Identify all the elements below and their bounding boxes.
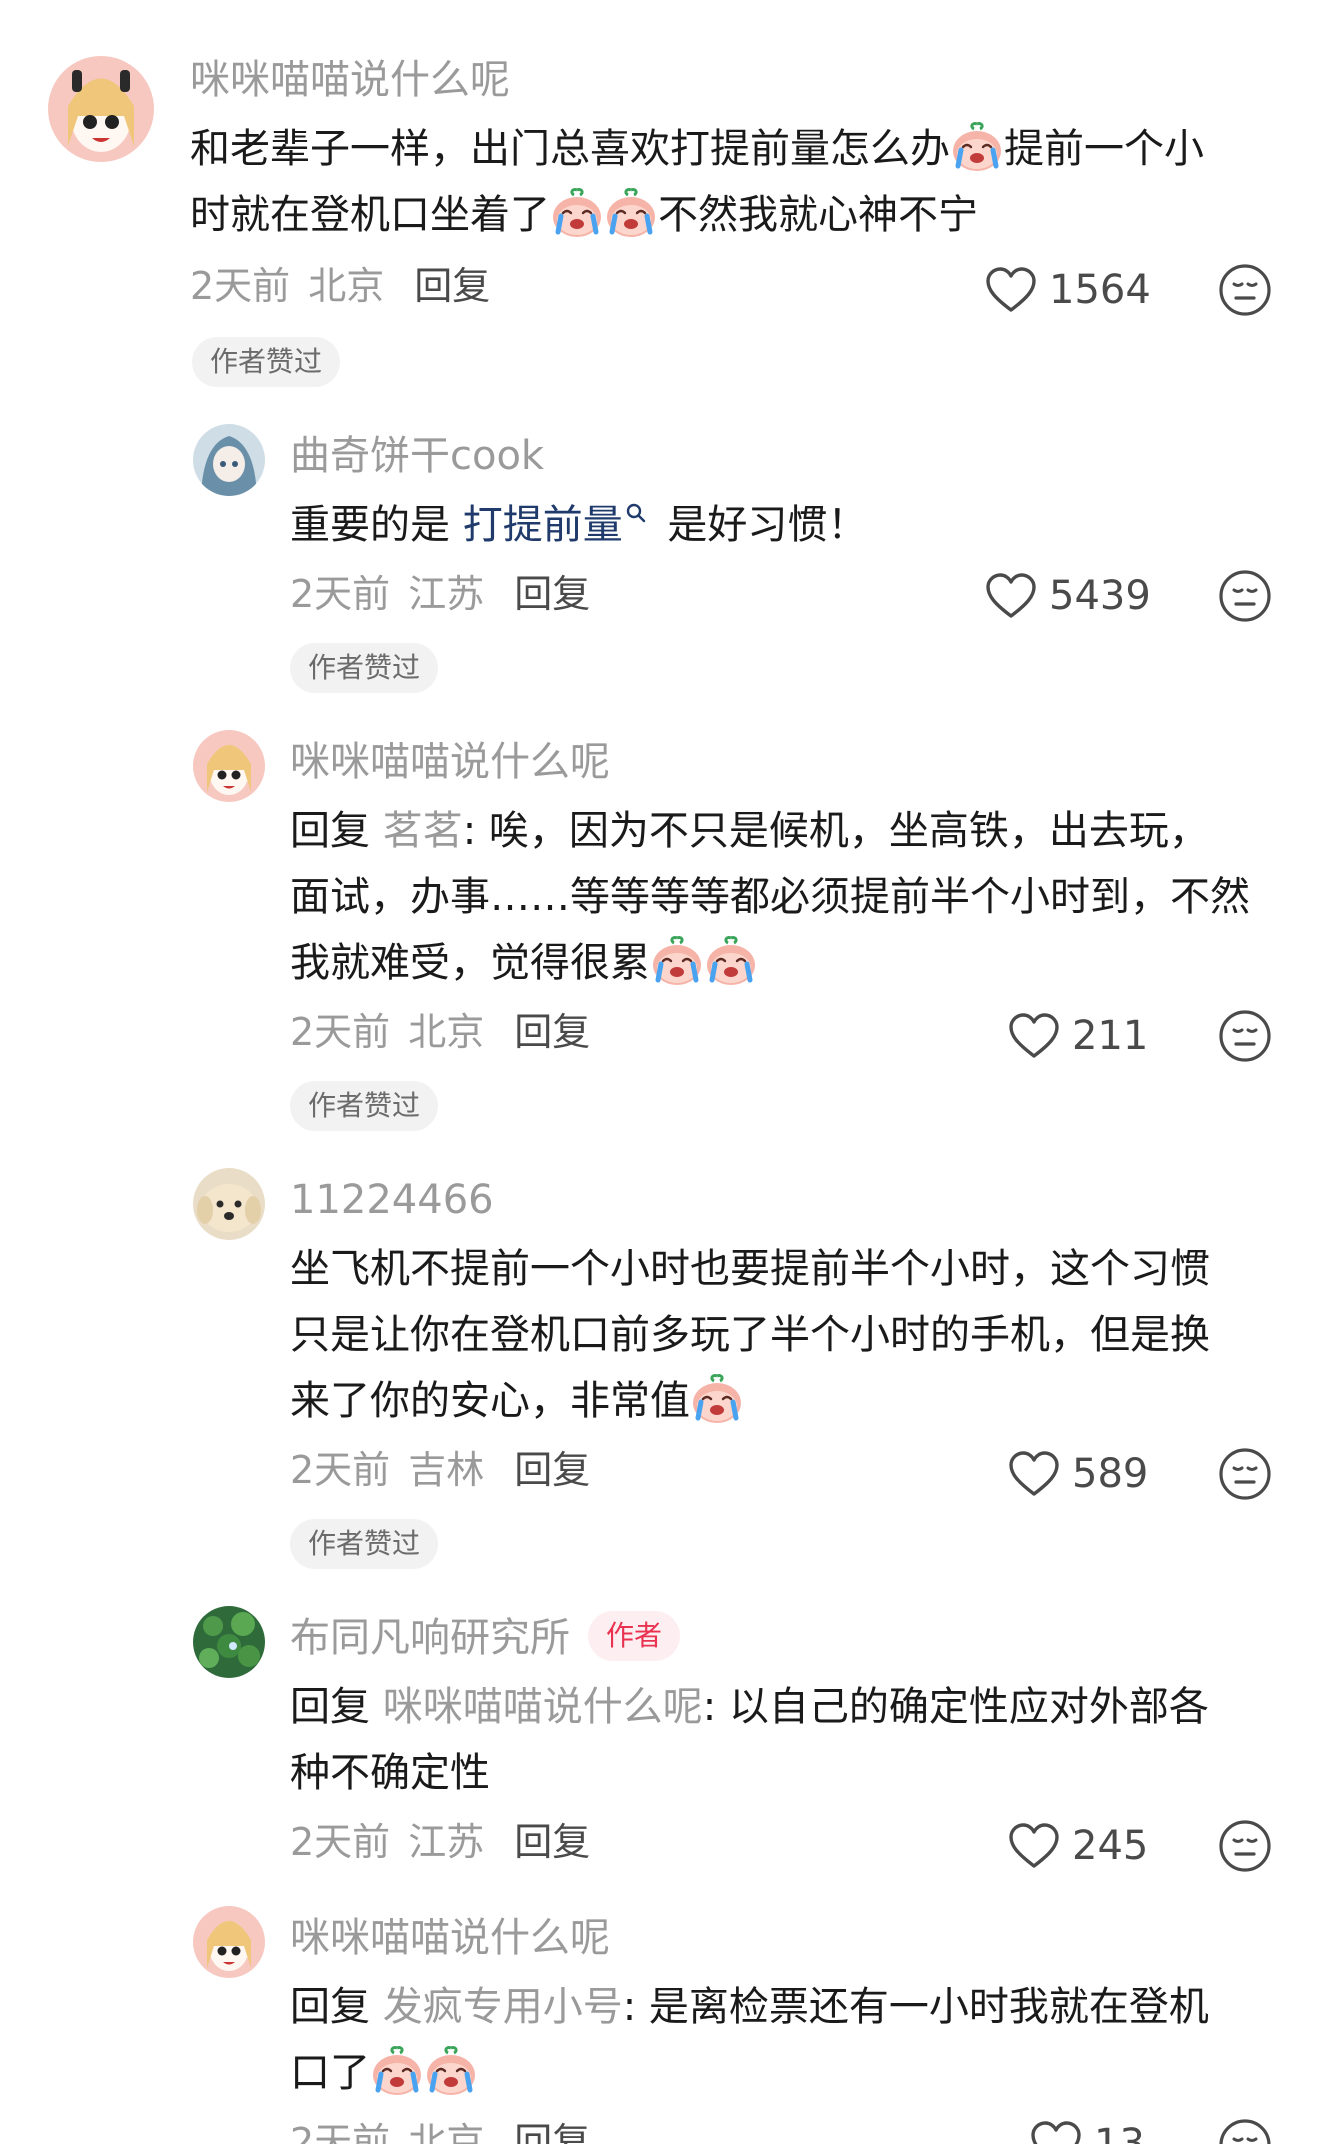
avatar[interactable]: [193, 1906, 265, 1978]
dislike-button[interactable]: [1218, 569, 1272, 623]
heart-icon: [1008, 1012, 1060, 1060]
comment-meta: 2天前 吉林 回复: [290, 1446, 590, 1494]
crying-emoji: [704, 934, 758, 988]
timestamp: 2天前: [290, 1010, 391, 1054]
like-button[interactable]: 245: [1008, 1822, 1148, 1870]
reply-button[interactable]: 回复: [514, 1820, 590, 1864]
location: 北京: [408, 2120, 485, 2144]
like-count: 13: [1094, 2121, 1145, 2144]
reply-button[interactable]: 回复: [514, 1010, 590, 1054]
search-link[interactable]: 打提前量: [463, 502, 623, 548]
timestamp: 2天前: [290, 2120, 391, 2144]
reply-button[interactable]: 回复: [514, 1448, 590, 1492]
crying-emoji: [690, 1372, 744, 1426]
author-tag: 作者: [588, 1611, 681, 1661]
search-icon: [626, 503, 645, 522]
heart-icon: [985, 572, 1037, 620]
dislike-button[interactable]: [1218, 263, 1272, 317]
author-liked-badge: 作者赞过: [192, 337, 341, 387]
like-button[interactable]: 13: [1030, 2120, 1145, 2144]
dislike-face-icon: [1218, 263, 1272, 317]
timestamp: 2天前: [290, 1448, 391, 1492]
like-count: 1564: [1049, 267, 1151, 313]
location: 北京: [308, 264, 385, 308]
like-count: 245: [1072, 1823, 1149, 1869]
username[interactable]: 布同凡响研究所 作者: [290, 1611, 681, 1665]
avatar[interactable]: [193, 1606, 265, 1678]
heart-icon: [1008, 1822, 1060, 1870]
comment-text: 回复 茗茗: 唉，因为不只是候机，坐高铁，出去玩， 面试，办事……等等等等都必须…: [290, 808, 1250, 988]
comment-meta: 2天前 北京 回复: [190, 262, 490, 310]
timestamp: 2天前: [290, 572, 391, 616]
reply-button[interactable]: 回复: [414, 264, 490, 308]
comment-text: 回复 发疯专用小号: 是离检票还有一小时我就在登机 口了: [290, 1984, 1209, 2098]
heart-icon: [985, 266, 1037, 314]
dislike-button[interactable]: [1218, 1447, 1272, 1501]
like-count: 589: [1072, 1451, 1149, 1497]
username[interactable]: 曲奇饼干cook: [290, 432, 544, 480]
heart-icon: [1030, 2120, 1082, 2144]
dislike-button[interactable]: [1218, 1819, 1272, 1873]
crying-emoji: [550, 186, 604, 240]
dislike-button[interactable]: [1218, 1009, 1272, 1063]
like-button[interactable]: 589: [1008, 1450, 1148, 1498]
username[interactable]: 咪咪喵喵说什么呢: [290, 1914, 610, 1962]
location: 吉林: [408, 1448, 485, 1492]
crying-emoji: [950, 120, 1004, 174]
comment-meta: 2天前 江苏 回复: [290, 1818, 590, 1866]
crying-emoji: [370, 2044, 424, 2098]
crying-emoji: [650, 934, 704, 988]
like-button[interactable]: 5439: [985, 572, 1151, 620]
heart-icon: [1008, 1450, 1060, 1498]
reply-button[interactable]: 回复: [514, 572, 590, 616]
location: 江苏: [408, 1820, 485, 1864]
username[interactable]: 咪咪喵喵说什么呢: [290, 738, 610, 786]
dislike-button[interactable]: [1218, 2118, 1272, 2144]
mention-link[interactable]: 发疯专用小号: [383, 1984, 623, 2030]
comment-text: 坐飞机不提前一个小时也要提前半个小时，这个习惯 只是让你在登机口前多玩了半个小时…: [290, 1246, 1210, 1426]
author-liked-badge: 作者赞过: [290, 1519, 439, 1569]
timestamp: 2天前: [190, 264, 291, 308]
username[interactable]: 咪咪喵喵说什么呢: [190, 56, 510, 104]
author-liked-badge: 作者赞过: [290, 643, 439, 693]
timestamp: 2天前: [290, 1820, 391, 1864]
dislike-face-icon: [1218, 2118, 1272, 2144]
avatar[interactable]: [193, 424, 265, 496]
avatar[interactable]: [193, 1168, 265, 1240]
comment-text: 和老辈子一样，出门总喜欢打提前量怎么办 提前一个小 时就在登机口坐着了 不然我就心神…: [190, 116, 1290, 248]
like-count: 5439: [1049, 573, 1151, 619]
username[interactable]: 11224466: [290, 1176, 494, 1224]
avatar[interactable]: [48, 56, 154, 162]
like-button[interactable]: 211: [1008, 1012, 1148, 1060]
mention-link[interactable]: 咪咪喵喵说什么呢: [383, 1684, 703, 1730]
like-button[interactable]: 1564: [985, 266, 1151, 314]
reply-button[interactable]: 回复: [514, 2120, 590, 2144]
dislike-face-icon: [1218, 1447, 1272, 1501]
mention-link[interactable]: 茗茗: [383, 808, 463, 854]
dislike-face-icon: [1218, 1819, 1272, 1873]
comment-text: 回复 咪咪喵喵说什么呢: 以自己的确定性应对外部各 种不确定性: [290, 1684, 1209, 1796]
author-liked-badge: 作者赞过: [290, 1081, 439, 1131]
dislike-face-icon: [1218, 569, 1272, 623]
location: 江苏: [408, 572, 485, 616]
crying-emoji: [604, 186, 658, 240]
location: 北京: [408, 1010, 485, 1054]
dislike-face-icon: [1218, 1009, 1272, 1063]
comment-meta: 2天前 江苏 回复: [290, 570, 590, 618]
like-count: 211: [1072, 1013, 1149, 1059]
comment-text: 重要的是 打提前量 是好习惯！: [290, 502, 868, 548]
comment-meta: 2天前 北京 回复: [290, 2118, 590, 2144]
avatar[interactable]: [193, 730, 265, 802]
comment-meta: 2天前 北京 回复: [290, 1008, 590, 1056]
crying-emoji: [424, 2044, 478, 2098]
